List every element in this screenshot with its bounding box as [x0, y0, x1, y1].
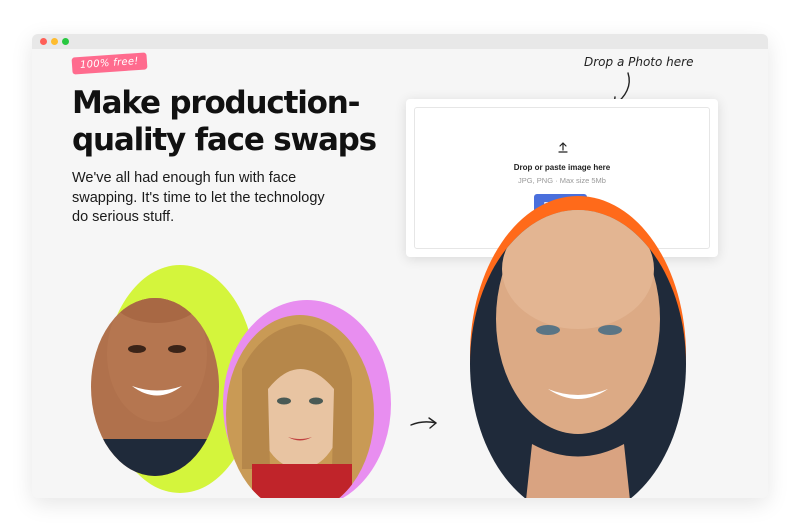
face-result [470, 196, 686, 498]
browser-window: 100% free! Make production-quality face … [32, 34, 768, 498]
maximize-dot[interactable] [62, 38, 69, 45]
arrow-right-icon [410, 417, 437, 429]
face-swap-illustration [91, 196, 686, 498]
window-titlebar [32, 34, 768, 49]
minimize-dot[interactable] [51, 38, 58, 45]
page-content: 100% free! Make production-quality face … [32, 49, 768, 498]
close-dot[interactable] [40, 38, 47, 45]
